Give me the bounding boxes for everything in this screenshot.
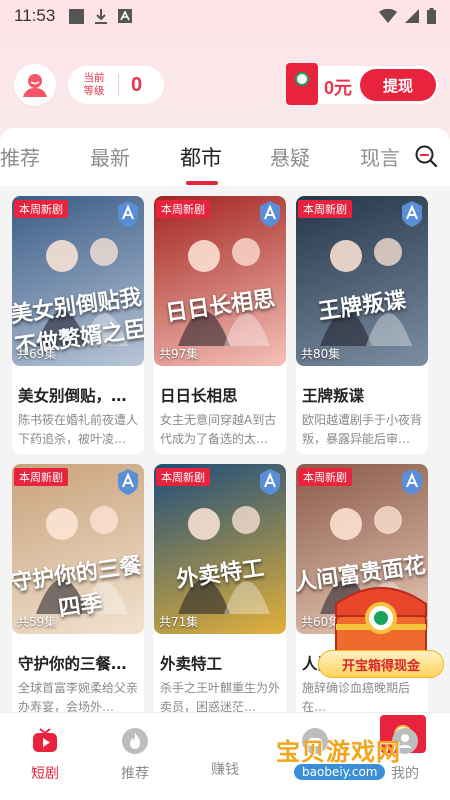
divider — [118, 74, 119, 96]
drama-description: 女主无意间穿越A到古代成为了备选的太… — [160, 413, 277, 446]
watermark-url: baobeiy.com — [294, 764, 386, 780]
treasure-label[interactable]: 开宝箱得现金 — [318, 650, 444, 678]
download-icon — [95, 9, 108, 24]
drama-description: 陈书筱在婚礼前夜遭人下药追杀，被叶凌… — [18, 413, 138, 446]
tab-romance[interactable]: 现言 — [360, 142, 400, 171]
tab-urban[interactable]: 都市 — [180, 142, 222, 172]
nav-item-earn[interactable]: 赚钱 — [180, 715, 426, 779]
new-badge: 本周新剧 — [14, 468, 68, 486]
status-time: 11:53 — [14, 6, 56, 25]
wifi-icon — [379, 9, 397, 23]
ai-a-badge-icon — [260, 201, 280, 227]
header: 当前等级 0 0元 提现 — [12, 62, 438, 108]
new-badge: 本周新剧 — [14, 200, 68, 218]
episode-count: 共69集 — [17, 347, 57, 361]
battery-icon — [427, 8, 436, 24]
red-packet-icon — [286, 63, 318, 105]
watermark-text: 宝贝游戏网 — [276, 737, 401, 766]
site-watermark: 宝贝游戏网 baobeiy.com — [276, 732, 426, 792]
money-balance: 0元 — [324, 78, 353, 98]
ai-a-badge-icon — [118, 201, 138, 227]
level-pill[interactable]: 当前等级 0 — [68, 66, 164, 104]
drama-title[interactable]: 王牌叛谍 — [302, 384, 422, 406]
treasure-chest[interactable]: 开宝箱得现金 — [318, 572, 444, 678]
drama-card[interactable]: 日日长相思 本周新剧 共97集 日日长相思 女主无意间穿越A到古代成为了备选的太… — [154, 196, 286, 454]
withdraw-button[interactable]: 提现 — [360, 69, 436, 101]
drama-description: 欧阳越遭剧手于小夜背叛，暴露异能后审… — [302, 413, 422, 446]
drama-title[interactable]: 美女别倒贴，… — [18, 384, 138, 406]
nav-label: 短剧 — [31, 766, 59, 782]
new-badge: 本周新剧 — [156, 468, 210, 486]
new-badge: 本周新剧 — [298, 468, 352, 486]
fire-icon — [122, 728, 148, 754]
notification-square-icon — [69, 8, 85, 24]
level-value: 0 — [131, 73, 143, 96]
nav-item-recommend[interactable]: 推荐 — [90, 727, 180, 783]
nav-label: 推荐 — [121, 766, 149, 782]
ai-a-badge-icon — [402, 201, 422, 227]
ai-a-badge-icon — [402, 469, 422, 495]
poster-image[interactable]: 美女别倒贴我不做赘婿之臣 本周新剧 共69集 — [12, 196, 144, 366]
episode-count: 共97集 — [159, 347, 199, 361]
ai-a-badge-icon — [260, 469, 280, 495]
play-tv-icon — [33, 728, 57, 752]
drama-card[interactable]: 守护你的三餐四季 本周新剧 共59集 守护你的三餐… 全球首富李婉柔给父亲办寿宴，会场外… — [12, 464, 144, 722]
avatar[interactable] — [14, 64, 56, 106]
episode-count: 共71集 — [159, 615, 199, 629]
drama-title[interactable]: 日日长相思 — [160, 384, 280, 406]
drama-card[interactable]: 外卖特工 本周新剧 共71集 外卖特工 杀手之王叶麒重生为外卖员，困惑迷茫… — [154, 464, 286, 722]
drama-card[interactable]: 美女别倒贴我不做赘婿之臣 本周新剧 共69集 美女别倒贴，… 陈书筱在婚礼前夜遭人下药追… — [12, 196, 144, 454]
ai-a-badge-icon — [118, 469, 138, 495]
drama-card[interactable]: 王牌叛谍 本周新剧 共80集 王牌叛谍 欧阳越遭剧手于小夜背叛，暴露异能后审… — [296, 196, 428, 454]
nav-item-shorts[interactable]: 短剧 — [0, 727, 90, 783]
new-badge: 本周新剧 — [156, 200, 210, 218]
category-tabs: 推荐 最新 都市 悬疑 现言 — [0, 128, 450, 186]
treasure-chest-icon — [335, 587, 427, 655]
tab-latest[interactable]: 最新 — [90, 142, 130, 171]
poster-image[interactable]: 王牌叛谍 本周新剧 共80集 — [296, 196, 428, 366]
wallet-pill[interactable]: 0元 提现 — [286, 63, 438, 105]
level-label: 当前等级 — [83, 72, 105, 97]
tab-suspense[interactable]: 悬疑 — [270, 142, 310, 171]
drama-title[interactable]: 守护你的三餐… — [18, 652, 138, 674]
search-icon[interactable] — [414, 144, 438, 168]
tab-recommend[interactable]: 推荐 — [0, 142, 40, 171]
episode-count: 共80集 — [301, 347, 341, 361]
poster-image[interactable]: 日日长相思 本周新剧 共97集 — [154, 196, 286, 366]
active-tab-indicator — [186, 181, 218, 185]
poster-image[interactable]: 外卖特工 本周新剧 共71集 — [154, 464, 286, 634]
drama-title[interactable]: 外卖特工 — [160, 652, 280, 674]
new-badge: 本周新剧 — [298, 200, 352, 218]
user-avatar-icon — [23, 74, 47, 97]
episode-count: 共59集 — [17, 615, 57, 629]
status-bar: 11:53 — [0, 0, 450, 32]
poster-image[interactable]: 守护你的三餐四季 本周新剧 共59集 — [12, 464, 144, 634]
font-a-icon — [118, 9, 133, 23]
signal-icon — [405, 9, 419, 23]
nav-label: 赚钱 — [211, 762, 239, 778]
